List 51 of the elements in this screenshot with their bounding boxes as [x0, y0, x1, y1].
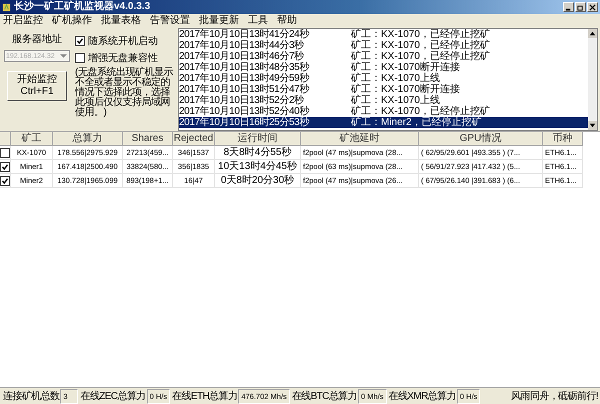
status-label: 在线XMR总算力 [388, 390, 456, 403]
menu-item[interactable]: 工具 [248, 14, 268, 28]
minimize-button[interactable] [563, 2, 574, 12]
checkbox[interactable] [0, 162, 10, 172]
option-label: 增强无盘兼容性 [88, 52, 158, 65]
menu-item[interactable]: 帮助 [277, 14, 297, 28]
column-header[interactable]: 矿工 [11, 132, 53, 146]
table-cell: 0天8时20分30秒 [215, 174, 301, 188]
restore-icon [577, 4, 584, 10]
column-header[interactable]: 运行时间 [215, 132, 301, 146]
note-text: (无盘系统出现矿机显示不全或者显示不稳定的情况下选择此项，选择此项后仅仅支持局域网使用。) [75, 68, 174, 118]
server-label: 服务器地址 [12, 32, 62, 46]
log-entry[interactable]: 2017年10月10日16时25分53秒 矿工：Miner2，已经停止挖矿 [179, 117, 588, 128]
restore-button[interactable] [575, 2, 586, 12]
app-icon [2, 2, 11, 12]
option-label: 随系统开机启动 [88, 34, 158, 48]
log-entry[interactable]: 2017年10月10日13时46分7秒 矿工：KX-1070，已经停止挖矿 [179, 51, 588, 62]
checkbox[interactable] [0, 148, 10, 158]
column-header[interactable]: Rejected [173, 132, 215, 146]
slogan-text: 风雨同舟，砥砺前行! [511, 390, 598, 403]
close-button[interactable] [587, 2, 598, 12]
scroll-bar[interactable] [588, 29, 597, 130]
log-entry[interactable]: 2017年10月10日13时44分3秒 矿工：KX-1070，已经停止挖矿 [179, 40, 588, 51]
column-header[interactable]: 币种 [543, 132, 583, 146]
window-title: 长沙一矿工矿机监视器v4.0.3.3 [14, 0, 150, 14]
column-header[interactable]: 矿池延时 [301, 132, 419, 146]
checkbox[interactable] [0, 176, 10, 186]
log-entry[interactable]: 2017年10月10日13时52分2秒 矿工：KX-1070上线 [179, 95, 588, 106]
menu-item[interactable]: 开启监控 [3, 14, 43, 28]
column-header[interactable]: Shares [123, 132, 173, 146]
close-icon [589, 4, 596, 10]
status-label: 在线ZEC总算力 [80, 390, 146, 403]
menu-item[interactable]: 告警设置 [150, 14, 190, 28]
column-header[interactable]: 总算力 [53, 132, 123, 146]
log-entry[interactable]: 2017年10月10日13时51分47秒 矿工：KX-1070断开连接 [179, 84, 588, 95]
log-entry[interactable]: 2017年10月10日13时48分35秒 矿工：KX-1070断开连接 [179, 62, 588, 73]
menu-item[interactable]: 批量表格 [101, 14, 141, 28]
log-entry[interactable]: 2017年10月10日13时49分59秒 矿工：KX-1070上线 [179, 73, 588, 84]
table-cell: 10天13时4分45秒 [215, 160, 301, 174]
table-cell: 8天8时4分55秒 [215, 146, 301, 160]
log-entry[interactable]: 2017年10月10日13时52分40秒 矿工：KX-1070，已经停止挖矿 [179, 106, 588, 117]
checkbox[interactable] [75, 36, 85, 46]
checkbox[interactable] [75, 53, 85, 63]
start-monitor-button[interactable]: 开始监控 Ctrl+F1 [7, 71, 67, 101]
status-label: 在线ETH总算力 [172, 390, 238, 403]
menu-item[interactable]: 矿机操作 [52, 14, 92, 28]
menu-item[interactable]: 批量更新 [199, 14, 239, 28]
dropdown-arrow-icon [60, 54, 67, 58]
status-label: 在线BTC总算力 [292, 390, 357, 403]
status-label: 连接矿机总数 [3, 390, 60, 403]
column-header[interactable]: GPU情况 [419, 132, 543, 146]
